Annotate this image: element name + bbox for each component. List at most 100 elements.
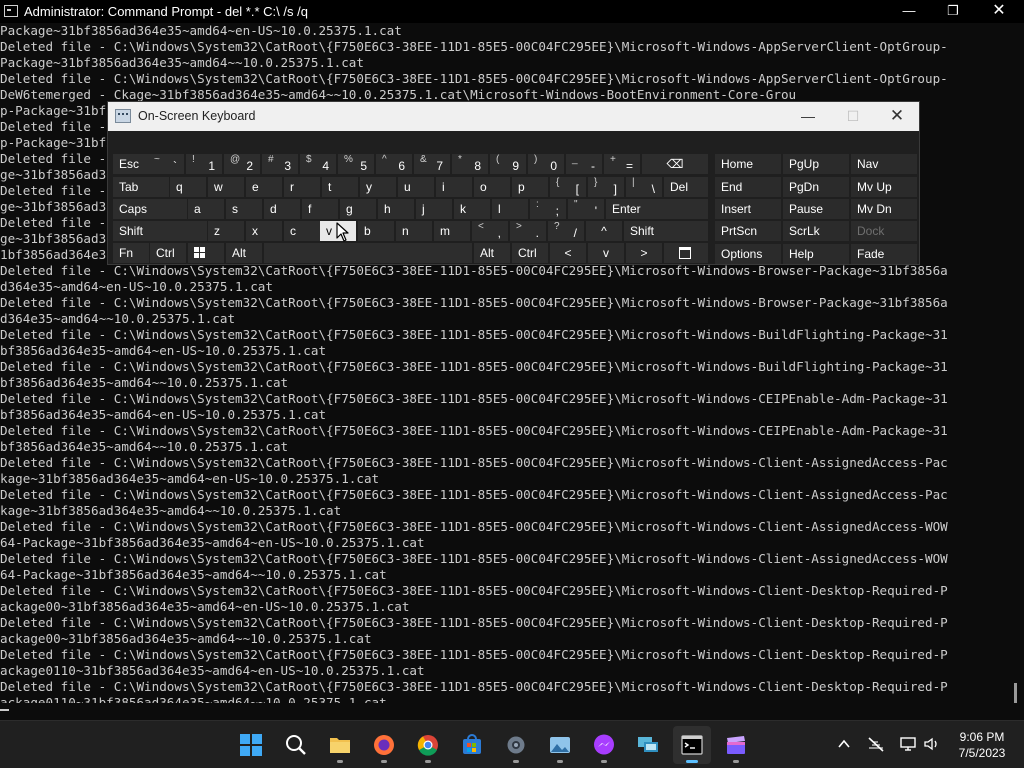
taskbar-command-prompt-button[interactable] [673, 726, 711, 764]
maximize-button[interactable]: ❐ [930, 0, 976, 23]
key-quote[interactable]: " ' [568, 199, 604, 219]
key-down[interactable]: v [588, 243, 624, 263]
key-lshift[interactable]: Shift [113, 221, 207, 241]
key-enter[interactable]: Enter [606, 199, 708, 219]
key-n2[interactable]: @2 [224, 154, 260, 174]
key-insert[interactable]: Insert [715, 199, 781, 219]
taskbar-photos-button[interactable] [541, 726, 579, 764]
key-prtscn[interactable]: PrtScn [715, 221, 781, 241]
key-l[interactable]: l [492, 199, 528, 219]
key-w[interactable]: w [208, 177, 244, 197]
key-s[interactable]: s [226, 199, 262, 219]
key-c[interactable]: c [284, 221, 320, 241]
taskbar-messenger-button[interactable] [585, 726, 623, 764]
key-left[interactable]: < [550, 243, 586, 263]
key-lctrl[interactable]: Ctrl [150, 243, 186, 263]
taskbar-file-explorer-button[interactable] [321, 726, 359, 764]
key-f[interactable]: f [302, 199, 338, 219]
key-end[interactable]: End [715, 177, 781, 197]
key-n3[interactable]: #3 [262, 154, 298, 174]
display-icon[interactable] [898, 734, 918, 754]
key-p[interactable]: p [512, 177, 548, 197]
key-o[interactable]: o [474, 177, 510, 197]
key-n9[interactable]: (9 [490, 154, 526, 174]
key-rbracket[interactable]: }] [588, 177, 624, 197]
key-slash[interactable]: ? / [548, 221, 584, 241]
key-n1[interactable]: ! 1 [186, 154, 222, 174]
console-scrollbar-thumb[interactable] [1014, 683, 1017, 703]
taskbar-remote-desktop-button[interactable] [629, 726, 667, 764]
key-windows[interactable] [188, 243, 224, 263]
key-nav[interactable]: Nav [851, 154, 917, 174]
key-del[interactable]: Del [664, 177, 708, 197]
key-rshift[interactable]: Shift [624, 221, 708, 241]
key-help[interactable]: Help [783, 244, 849, 264]
key-pgdn[interactable]: PgDn [783, 177, 849, 197]
key-context-menu[interactable] [664, 243, 708, 263]
key-h[interactable]: h [378, 199, 414, 219]
key-y[interactable]: y [360, 177, 396, 197]
taskbar-chrome-button[interactable] [409, 726, 447, 764]
key-scrlk[interactable]: ScrLk [783, 221, 849, 241]
key-comma[interactable]: <, [472, 221, 508, 241]
cmd-titlebar[interactable]: Administrator: Command Prompt - del *.* … [0, 0, 1024, 23]
minimize-button[interactable]: — [886, 0, 932, 23]
key-n6[interactable]: ^ 6 [376, 154, 412, 174]
key-b[interactable]: b [358, 221, 394, 241]
key-n0[interactable]: ) 0 [528, 154, 564, 174]
key-a[interactable]: a [188, 199, 224, 219]
key-t[interactable]: t [322, 177, 358, 197]
console-scrollbar[interactable] [1010, 23, 1024, 713]
key-lbracket[interactable]: {[ [550, 177, 586, 197]
key-tab[interactable]: Tab [113, 177, 169, 197]
key-x[interactable]: x [246, 221, 282, 241]
key-mvdn[interactable]: Mv Dn [851, 199, 917, 219]
key-right[interactable]: > [626, 243, 662, 263]
key-z[interactable]: z [208, 221, 244, 241]
key-equals[interactable]: + = [604, 154, 640, 174]
key-n5[interactable]: % 5 [338, 154, 374, 174]
key-fade[interactable]: Fade [851, 244, 917, 264]
taskbar-settings-button[interactable] [497, 726, 535, 764]
key-fn[interactable]: Fn [113, 243, 149, 263]
key-j[interactable]: j [416, 199, 452, 219]
key-backslash[interactable]: | \ [626, 177, 662, 197]
osk-titlebar[interactable]: On-Screen Keyboard — ☐ ✕ [108, 102, 919, 131]
clock-time[interactable]: 9:06 PM [944, 730, 1020, 744]
volume-icon[interactable] [922, 734, 942, 754]
key-pgup[interactable]: PgUp [783, 154, 849, 174]
key-r[interactable]: r [284, 177, 320, 197]
clock-date[interactable]: 7/5/2023 [944, 746, 1020, 760]
key-tilde[interactable]: ~ ` [148, 154, 184, 174]
key-d[interactable]: d [264, 199, 300, 219]
key-k[interactable]: k [454, 199, 490, 219]
key-n7[interactable]: & 7 [414, 154, 450, 174]
key-altgr[interactable]: Alt [474, 243, 510, 263]
osk-minimize-button[interactable]: — [786, 105, 830, 127]
osk-close-button[interactable]: ✕ [875, 105, 919, 127]
key-alt[interactable]: Alt [226, 243, 262, 263]
key-period[interactable]: >. [510, 221, 546, 241]
key-mvup[interactable]: Mv Up [851, 177, 917, 197]
key-pause[interactable]: Pause [783, 199, 849, 219]
key-n8[interactable]: * 8 [452, 154, 488, 174]
key-q[interactable]: q [170, 177, 206, 197]
key-caps[interactable]: Caps [113, 199, 187, 219]
key-home[interactable]: Home [715, 154, 781, 174]
key-u[interactable]: u [398, 177, 434, 197]
key-i[interactable]: i [436, 177, 472, 197]
key-e[interactable]: e [246, 177, 282, 197]
taskbar-search-button[interactable] [277, 726, 315, 764]
network-off-icon[interactable] [866, 734, 886, 754]
key-backspace[interactable]: ⌫ [642, 154, 708, 174]
taskbar-microsoft-store-button[interactable] [453, 726, 491, 764]
chevron-up-icon[interactable] [834, 734, 854, 754]
key-semicolon[interactable]: :; [530, 199, 566, 219]
key-space[interactable] [264, 243, 472, 263]
key-up[interactable]: ^ [586, 221, 622, 241]
close-button[interactable]: ✕ [976, 0, 1022, 23]
key-n4[interactable]: $4 [300, 154, 336, 174]
key-n[interactable]: n [396, 221, 432, 241]
key-options[interactable]: Options [715, 244, 781, 264]
key-minus[interactable]: _ - [566, 154, 602, 174]
